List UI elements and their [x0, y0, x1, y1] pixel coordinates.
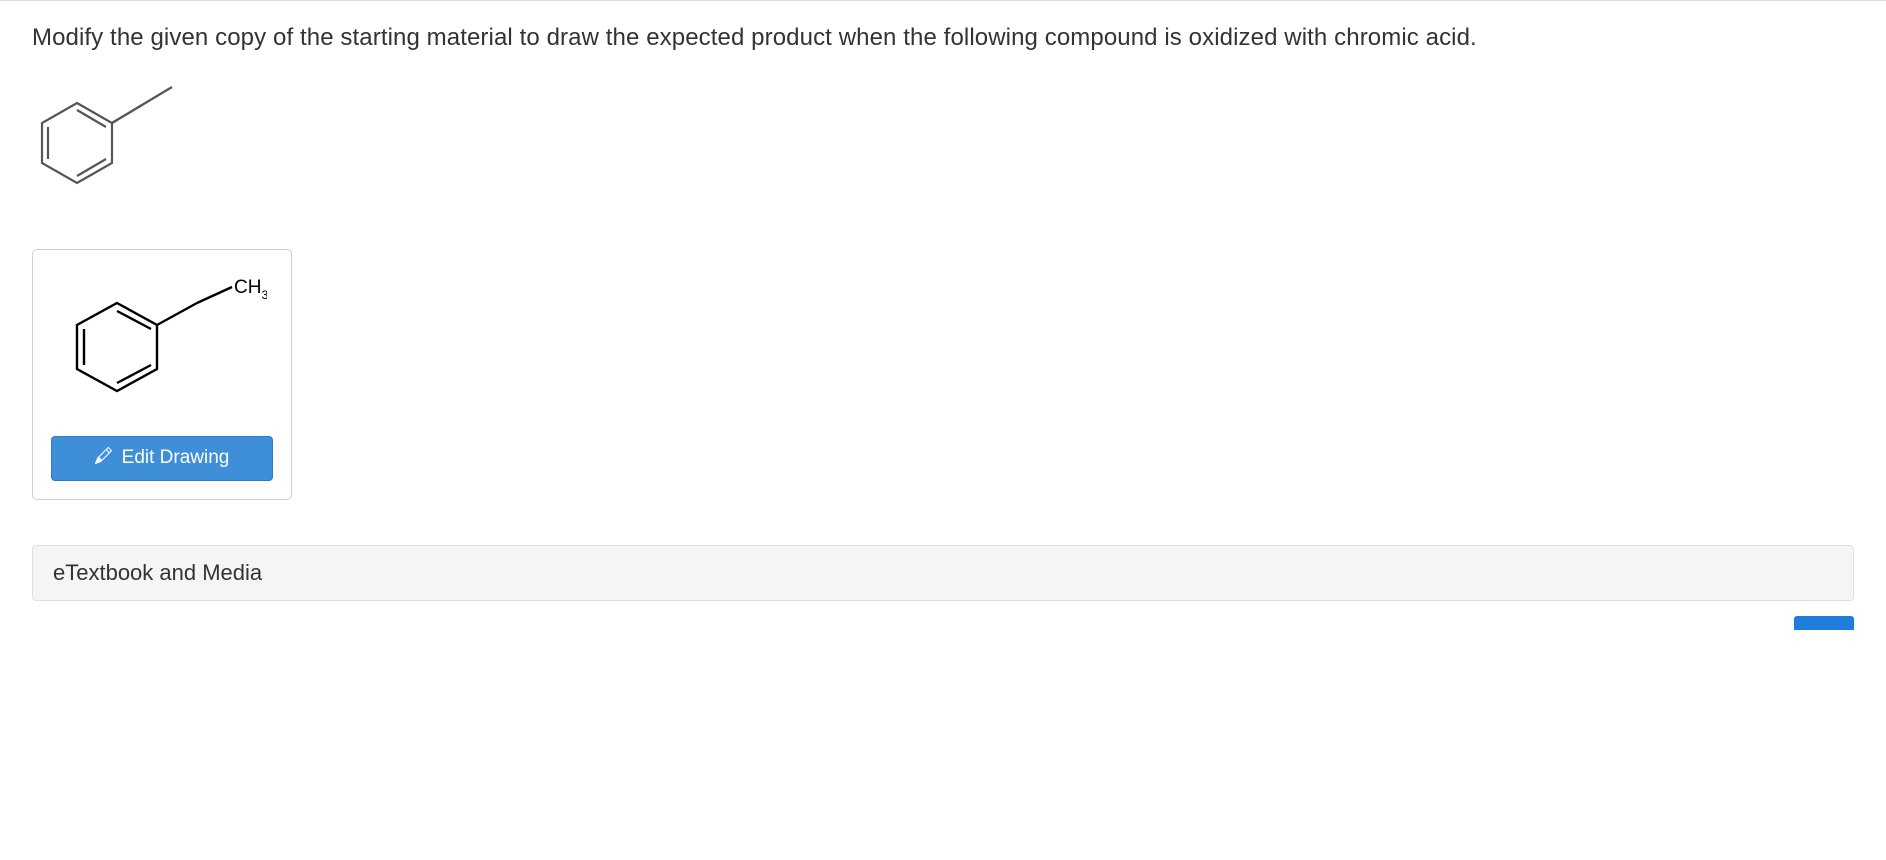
edit-drawing-label: Edit Drawing [122, 447, 230, 469]
drawing-card: CH3 Edit Drawing [32, 249, 292, 500]
partial-button-sliver[interactable] [1794, 616, 1854, 630]
bottom-strip [32, 616, 1854, 630]
pencil-icon [95, 447, 112, 470]
etextbook-media-label: eTextbook and Media [53, 560, 262, 585]
question-text: Modify the given copy of the starting ma… [32, 21, 1854, 55]
edit-drawing-button[interactable]: Edit Drawing [51, 436, 273, 481]
reference-structure [32, 83, 1854, 219]
substituent-label: CH3 [234, 277, 267, 302]
structure-drawing-canvas[interactable]: CH3 [51, 268, 273, 418]
etextbook-media-button[interactable]: eTextbook and Media [32, 545, 1854, 601]
